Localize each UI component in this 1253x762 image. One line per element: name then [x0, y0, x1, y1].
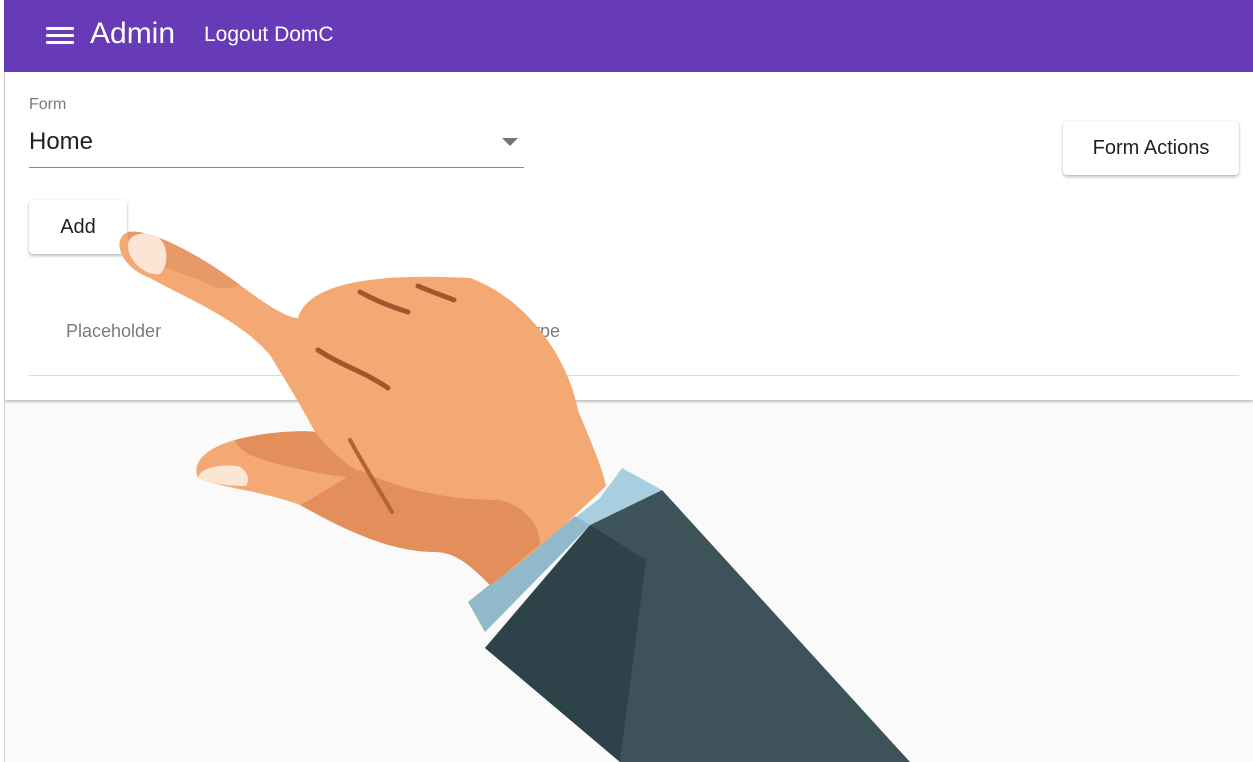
add-button[interactable]: Add [29, 200, 127, 254]
form-select-label: Form [29, 96, 67, 113]
app-title: Admin [90, 17, 176, 50]
form-select-underline [29, 167, 524, 168]
form-select-value: Home [29, 128, 94, 155]
app-window: Admin Logout DomC Form Home Add Form Act… [0, 0, 1253, 762]
column-header-type: Type [521, 321, 561, 341]
logout-button[interactable]: Logout DomC [204, 22, 334, 48]
column-header-placeholder: Placeholder [66, 321, 162, 341]
top-app-bar: Admin Logout DomC [4, 0, 1253, 72]
form-card: Form Home Add Form Actions Placeholder T… [5, 72, 1253, 400]
form-actions-button[interactable]: Form Actions [1063, 121, 1239, 175]
table-header: Placeholder Type [29, 308, 1239, 376]
arrow-drop-down-icon [502, 138, 518, 146]
form-select[interactable]: Form Home [29, 96, 524, 168]
menu-icon[interactable] [42, 20, 78, 52]
